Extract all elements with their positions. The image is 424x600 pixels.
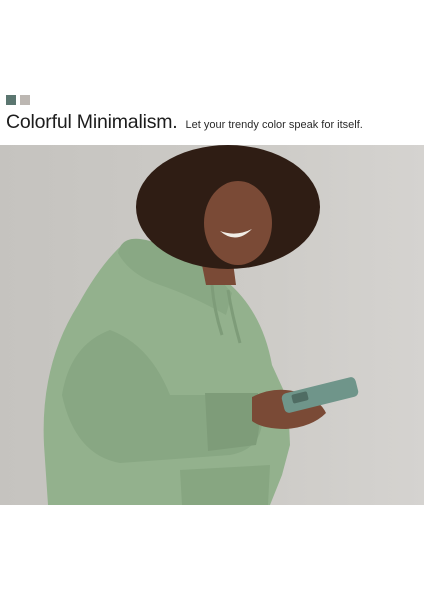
headline-title: Colorful Minimalism. [6,111,178,133]
hoodie-pocket [180,465,270,505]
headline: Colorful Minimalism. Let your trendy col… [6,111,420,134]
headline-subtitle: Let your trendy color speak for itself. [185,119,363,131]
product-photo [0,145,424,505]
swatch-taupe [20,95,30,105]
swatch-sage [6,95,16,105]
face [204,181,272,265]
hoodie-cuff [205,393,260,451]
color-swatches [6,95,30,105]
